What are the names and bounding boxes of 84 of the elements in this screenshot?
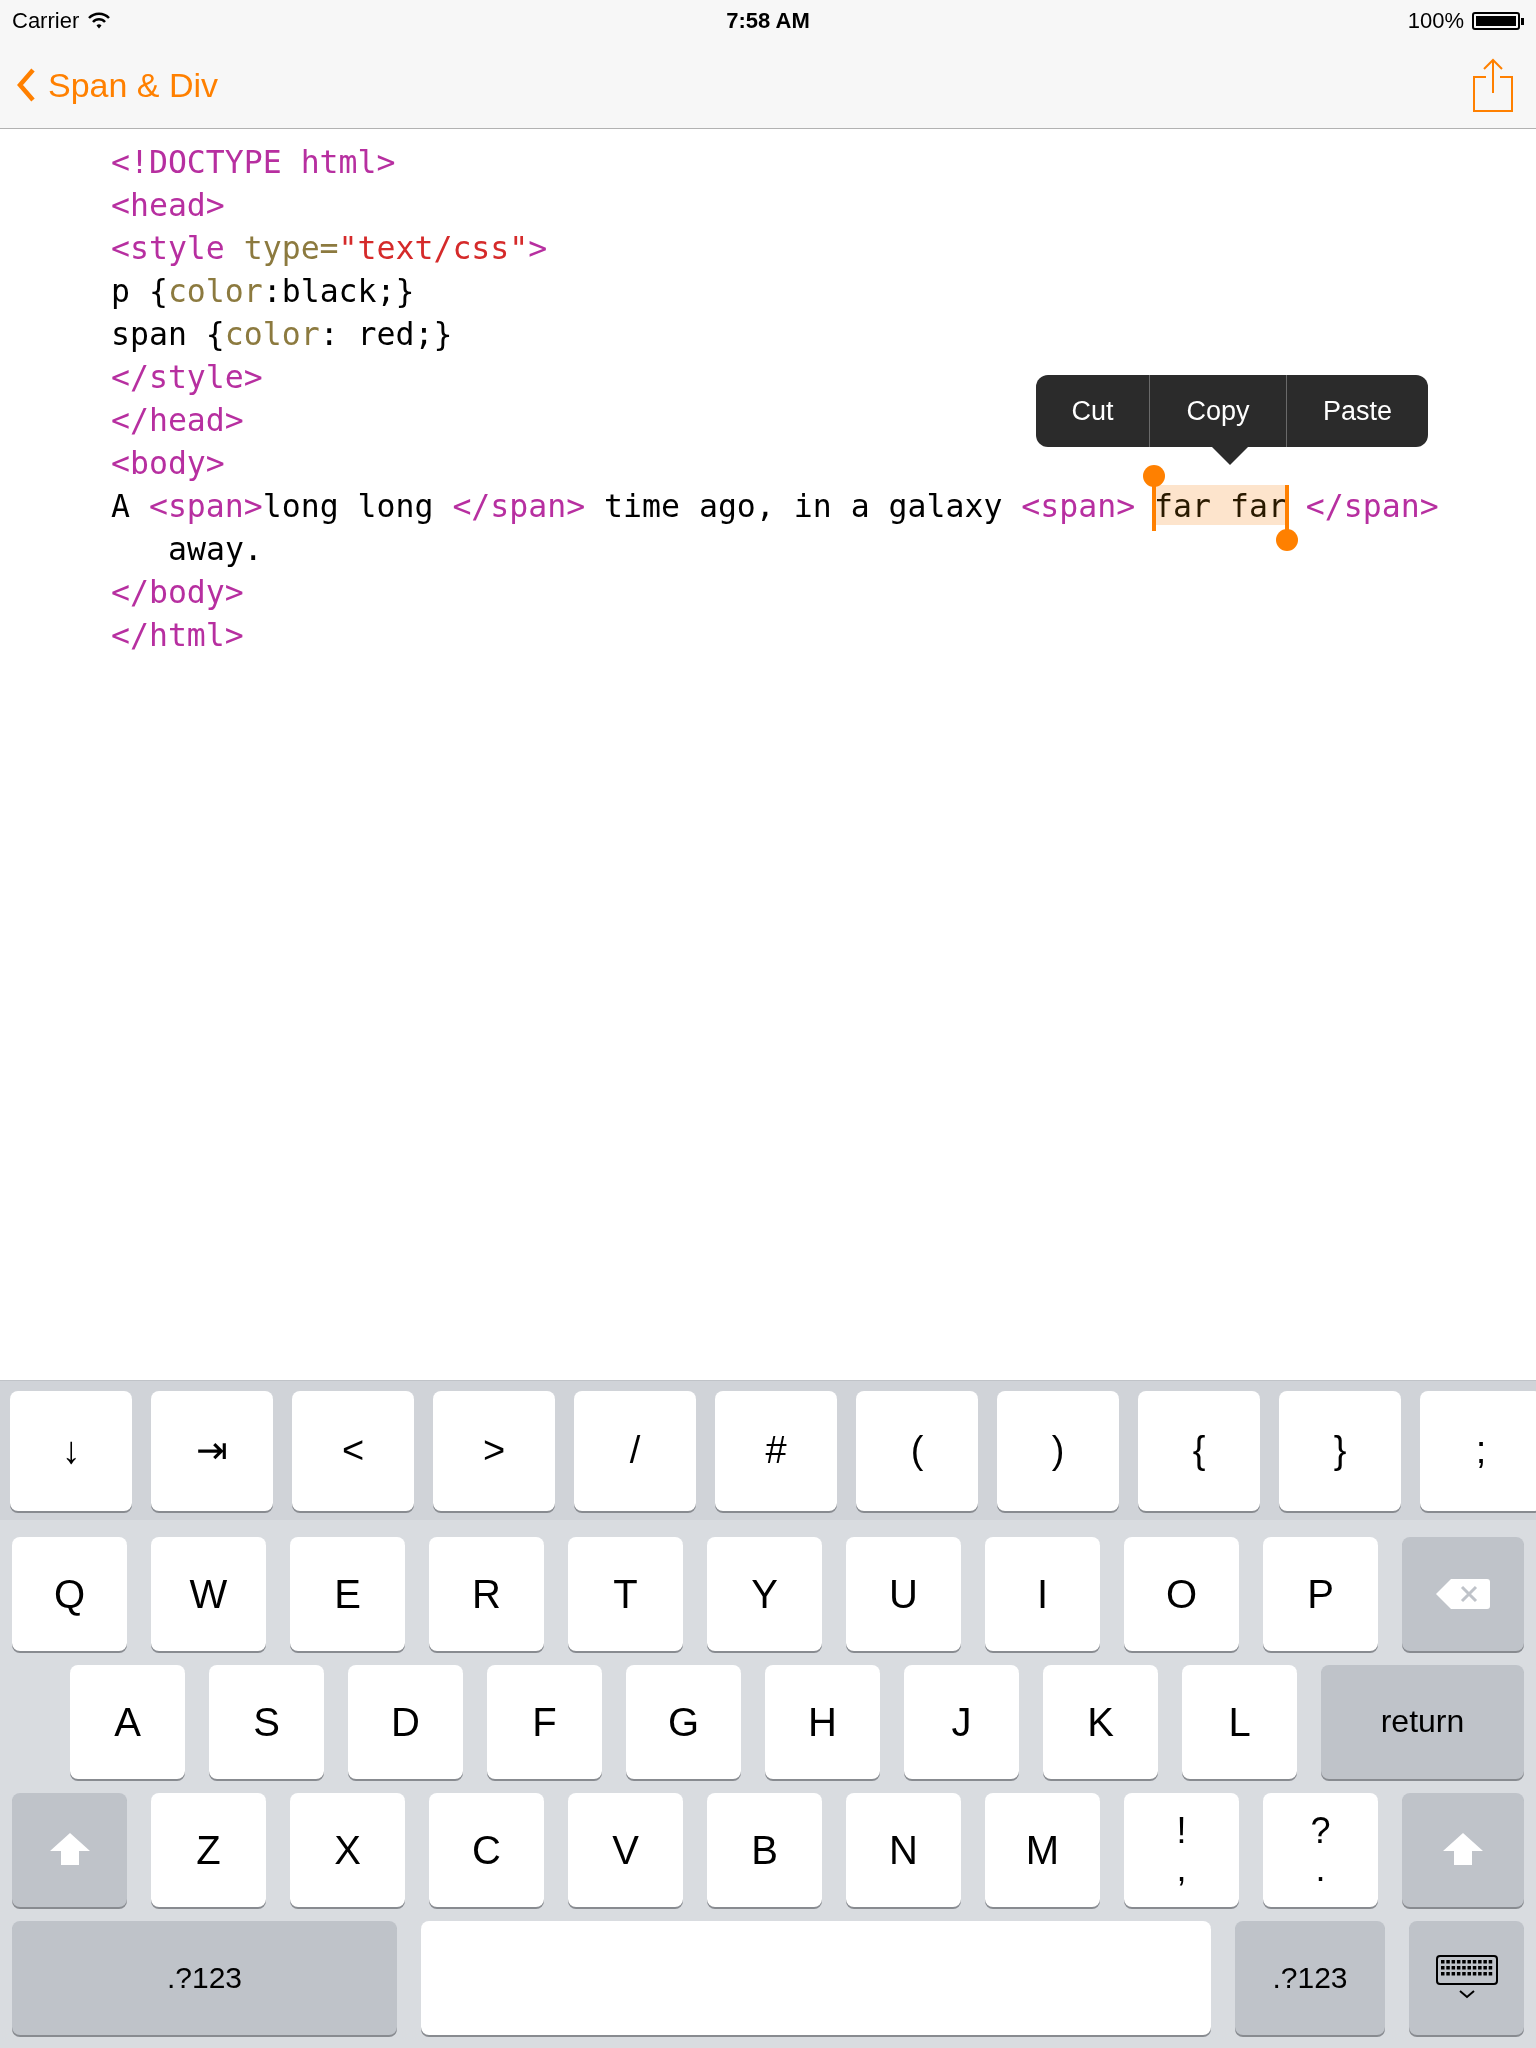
selected-text: far far	[1154, 485, 1287, 525]
code-tag: </body>	[111, 574, 244, 610]
letter-key[interactable]: P	[1263, 1537, 1378, 1651]
code-tag: </html>	[111, 617, 244, 653]
symbol-key[interactable]: }	[1279, 1391, 1401, 1511]
letter-key[interactable]: Z	[151, 1793, 266, 1907]
letter-key[interactable]: W	[151, 1537, 266, 1651]
wifi-icon	[87, 12, 112, 30]
numbers-key[interactable]: .?123	[1235, 1921, 1385, 2035]
letter-key[interactable]: D	[348, 1665, 463, 1779]
symbol-key[interactable]: {	[1138, 1391, 1260, 1511]
shift-key[interactable]	[12, 1793, 127, 1907]
letter-key[interactable]: L	[1182, 1665, 1297, 1779]
symbol-key[interactable]: ;	[1420, 1391, 1536, 1511]
letter-key[interactable]: Q	[12, 1537, 127, 1651]
letter-key[interactable]: U	[846, 1537, 961, 1651]
letter-key[interactable]: A	[70, 1665, 185, 1779]
code-attribute: type=	[243, 230, 339, 266]
code-tag: </head>	[111, 402, 244, 438]
symbol-key[interactable]: <	[292, 1391, 414, 1511]
symbol-key[interactable]: )	[997, 1391, 1119, 1511]
share-button[interactable]	[1472, 57, 1514, 113]
carrier-label: Carrier	[12, 8, 80, 34]
symbol-key[interactable]: (	[856, 1391, 978, 1511]
letter-key[interactable]: E	[290, 1537, 405, 1651]
code-text: :black;}	[262, 273, 415, 309]
letter-key[interactable]: C	[429, 1793, 544, 1907]
menu-item[interactable]: Copy	[1149, 375, 1286, 447]
code-tag: </style>	[111, 359, 263, 395]
letter-key[interactable]: G	[626, 1665, 741, 1779]
code-text: time ago, in a galaxy	[603, 488, 1004, 524]
code-text: span {	[111, 316, 225, 352]
code-tag: <span>	[1021, 488, 1155, 524]
return-key[interactable]: return	[1321, 1665, 1524, 1779]
letter-key[interactable]: X	[290, 1793, 405, 1907]
code-tag: >	[528, 230, 548, 266]
letter-key[interactable]: V	[568, 1793, 683, 1907]
punctuation-key[interactable]: ! ,	[1124, 1793, 1239, 1907]
back-chevron-icon	[16, 67, 36, 103]
code-attribute: color	[167, 273, 263, 309]
letter-key[interactable]: Y	[707, 1537, 822, 1651]
letter-key[interactable]: S	[209, 1665, 324, 1779]
keyboard-icon	[1435, 1955, 1498, 2001]
delete-key[interactable]	[1402, 1537, 1524, 1651]
hide-keyboard-key[interactable]	[1409, 1921, 1524, 2035]
symbol-key[interactable]: /	[574, 1391, 696, 1511]
code-text: : red;}	[319, 316, 453, 352]
letter-key[interactable]: F	[487, 1665, 602, 1779]
letter-key[interactable]: K	[1043, 1665, 1158, 1779]
code-tag: <body>	[111, 445, 225, 481]
letter-key[interactable]: R	[429, 1537, 544, 1651]
share-icon	[1472, 57, 1514, 113]
letter-key[interactable]: M	[985, 1793, 1100, 1907]
battery-percent: 100%	[1407, 8, 1464, 34]
letter-key[interactable]: B	[707, 1793, 822, 1907]
code-tag: <!DOCTYPE html>	[111, 144, 396, 180]
code-tag: <style	[111, 230, 244, 266]
letter-key[interactable]: O	[1124, 1537, 1239, 1651]
letter-key[interactable]: T	[568, 1537, 683, 1651]
letter-key[interactable]: H	[765, 1665, 880, 1779]
status-time: 7:58 AM	[726, 8, 810, 34]
letter-key[interactable]: I	[985, 1537, 1100, 1651]
code-text: long long	[262, 488, 435, 524]
code-text: p {	[111, 273, 168, 309]
code-text: A	[111, 488, 131, 524]
code-text: away.	[168, 531, 263, 567]
code-attribute: color	[224, 316, 320, 352]
code-tag: </span>	[1286, 488, 1439, 524]
menu-item[interactable]: Cut	[1036, 375, 1149, 447]
code-tag: </span>	[452, 488, 586, 524]
code-string: "text/css"	[338, 230, 529, 266]
punctuation-key[interactable]: ? .	[1263, 1793, 1378, 1907]
letter-key[interactable]: N	[846, 1793, 961, 1907]
symbol-key[interactable]: ↓	[10, 1391, 132, 1511]
symbol-key[interactable]: #	[715, 1391, 837, 1511]
delete-icon	[1435, 1577, 1491, 1611]
symbol-key[interactable]: ⇥	[151, 1391, 273, 1511]
letter-key[interactable]: J	[904, 1665, 1019, 1779]
code-tag: <head>	[111, 187, 225, 223]
code-tag: <span>	[148, 488, 263, 524]
symbol-key[interactable]: >	[433, 1391, 555, 1511]
shift-key[interactable]	[1402, 1793, 1524, 1907]
menu-item[interactable]: Paste	[1286, 375, 1428, 447]
numbers-key[interactable]: .?123	[12, 1921, 397, 2035]
